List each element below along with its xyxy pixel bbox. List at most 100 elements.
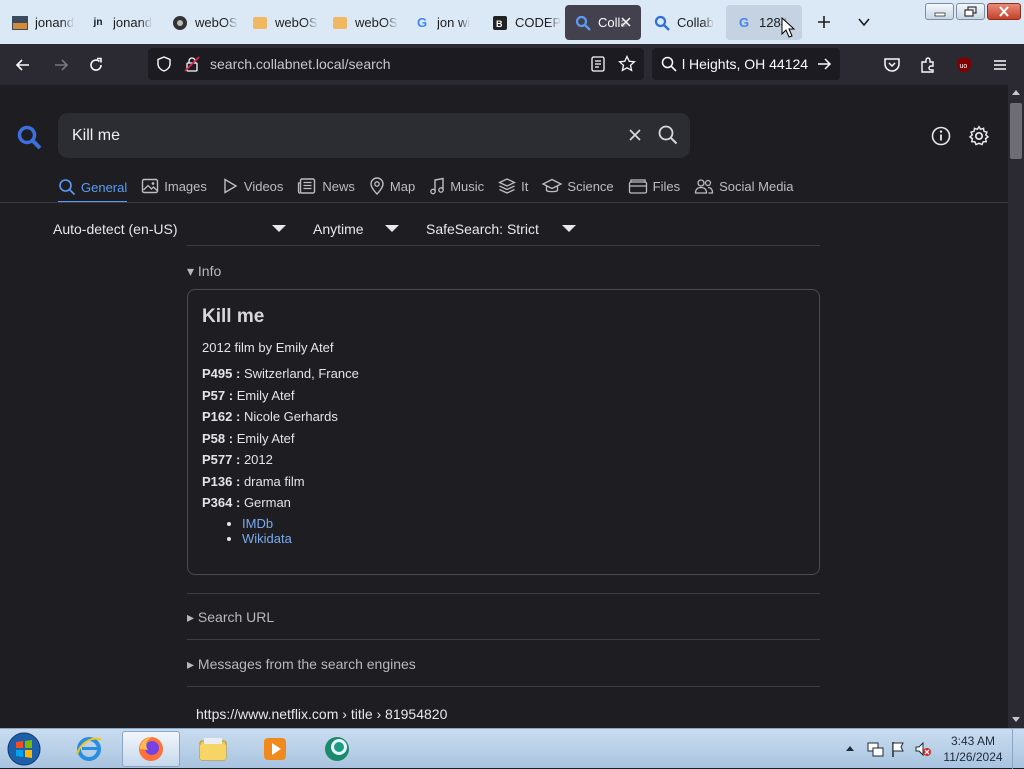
property-key: P364 : [202,495,241,510]
app-taskbar-button[interactable] [308,731,366,767]
tab-files[interactable]: Files [628,173,680,199]
infobox-property: P364 : German [202,495,359,517]
tray-expand-icon[interactable] [845,744,855,752]
firefox-icon [139,737,163,761]
lock-insecure-icon[interactable] [184,56,200,72]
action-center-flag-icon[interactable] [890,740,906,758]
tab-videos[interactable]: Videos [221,173,283,199]
infobox: Kill me 2012 film by Emily Atef P495 : S… [187,289,820,575]
clock-date: 11/26/2024 [943,750,1003,764]
file-explorer-taskbar-button[interactable] [184,731,242,767]
tab-label: It [521,178,529,194]
triangle-down-icon: ▾ [187,263,198,279]
arrow-left-icon [15,59,29,71]
forward-button[interactable] [48,52,74,78]
engine-messages-toggle[interactable]: ▸ Messages from the search engines [187,656,416,673]
tab-images[interactable]: Images [141,173,207,199]
tab-it[interactable]: It [498,173,528,199]
menu-button[interactable] [987,52,1013,78]
tab-general[interactable]: General [58,173,128,203]
tab-4[interactable]: webOS [242,5,320,40]
internet-explorer-icon [76,737,102,761]
clear-query-icon[interactable] [625,125,645,145]
close-tab-icon[interactable] [619,15,633,29]
query-input[interactable] [72,122,592,149]
wikidata-link[interactable]: Wikidata [242,531,292,546]
url-prefix: search. [210,56,256,72]
tab-8-active[interactable]: Colla [565,5,641,40]
page-scrollbar[interactable] [1008,85,1024,728]
reader-view-icon[interactable] [590,56,606,72]
gear-icon[interactable] [968,125,990,147]
tab-title: webOS [355,15,398,30]
internet-explorer-taskbar-button[interactable] [60,731,118,767]
time-range-select[interactable]: Anytime [313,221,364,237]
plus-icon [818,16,830,28]
scroll-down-icon[interactable] [1012,717,1020,723]
chevron-down-icon[interactable] [385,225,399,232]
searxng-logo-icon[interactable] [16,124,42,150]
extensions-button[interactable] [915,52,941,78]
firefox-taskbar-button[interactable] [122,731,180,767]
tab-map[interactable]: Map [369,173,415,199]
address-bar[interactable]: search.collabnet.local/search [148,48,644,80]
network-icon[interactable] [866,740,884,758]
arrow-right-icon[interactable] [816,56,832,72]
search-url-toggle[interactable]: ▸ Search URL [187,609,274,626]
ublock-button[interactable]: uo [951,52,977,78]
property-key: P162 : [202,409,241,424]
media-player-taskbar-button[interactable] [246,731,304,767]
close-icon [999,6,1009,17]
scrollbar-thumb[interactable] [1010,103,1022,159]
media-player-icon [264,738,286,760]
property-value: Switzerland, France [243,366,359,381]
info-toggle[interactable]: ▾ Info [187,263,221,280]
search-bar[interactable]: l Heights, OH 44124 [652,48,840,80]
google-icon: G [416,15,428,30]
svg-text:uo: uo [960,63,968,70]
tab-social-media[interactable]: Social Media [694,173,794,199]
volume-muted-icon[interactable] [914,740,932,758]
property-value: drama film [243,473,305,489]
chevron-down-icon[interactable] [272,225,286,232]
triangle-right-icon: ▸ [187,609,198,625]
close-window-button[interactable] [987,3,1021,20]
tab-2[interactable]: jn jonand [80,5,158,40]
search-submit-icon[interactable] [657,124,679,146]
jon-icon: jn [93,17,103,28]
chevron-down-icon[interactable] [562,225,576,232]
graduation-cap-icon [542,178,563,193]
tab-1[interactable]: jonand [2,5,78,40]
tab-music[interactable]: Music [429,173,484,199]
bookmark-star-icon[interactable] [618,55,636,73]
show-desktop-button[interactable] [1012,729,1024,769]
infobox-title: Kill me [202,306,265,327]
minimize-button[interactable] [925,3,954,20]
tab-9[interactable]: Collab [644,5,724,40]
pocket-button[interactable] [879,52,905,78]
imdb-link[interactable]: IMDb [242,516,273,531]
scroll-up-icon[interactable] [1012,89,1020,95]
info-circle-icon[interactable] [930,125,952,147]
tab-5[interactable]: webOS [322,5,400,40]
taskbar-clock[interactable]: 3:43 AM 11/26/2024 [940,733,1006,765]
infobox-property: P136 : drama film [202,474,359,496]
tab-6[interactable]: G jon wi [404,5,482,40]
tab-7[interactable]: B CODEP [482,5,562,40]
result-url[interactable]: https://www.netflix.com › title › 819548… [196,706,447,722]
back-button[interactable] [10,52,36,78]
safesearch-select[interactable]: SafeSearch: Strict [426,221,539,237]
new-tab-button[interactable] [812,10,836,34]
tab-3[interactable]: webOS [162,5,240,40]
property-key: P577 : [202,452,241,467]
tab-news[interactable]: News [297,173,355,199]
restore-button[interactable] [956,3,985,20]
start-button[interactable] [4,731,44,767]
shield-icon[interactable] [156,56,172,72]
url-text[interactable]: search.collabnet.local/search [210,56,391,72]
reload-button[interactable] [83,52,109,78]
language-select[interactable]: Auto-detect (en-US) [53,221,178,237]
chevron-down-icon [858,18,870,27]
tab-science[interactable]: Science [542,173,614,199]
list-all-tabs-button[interactable] [852,10,876,34]
